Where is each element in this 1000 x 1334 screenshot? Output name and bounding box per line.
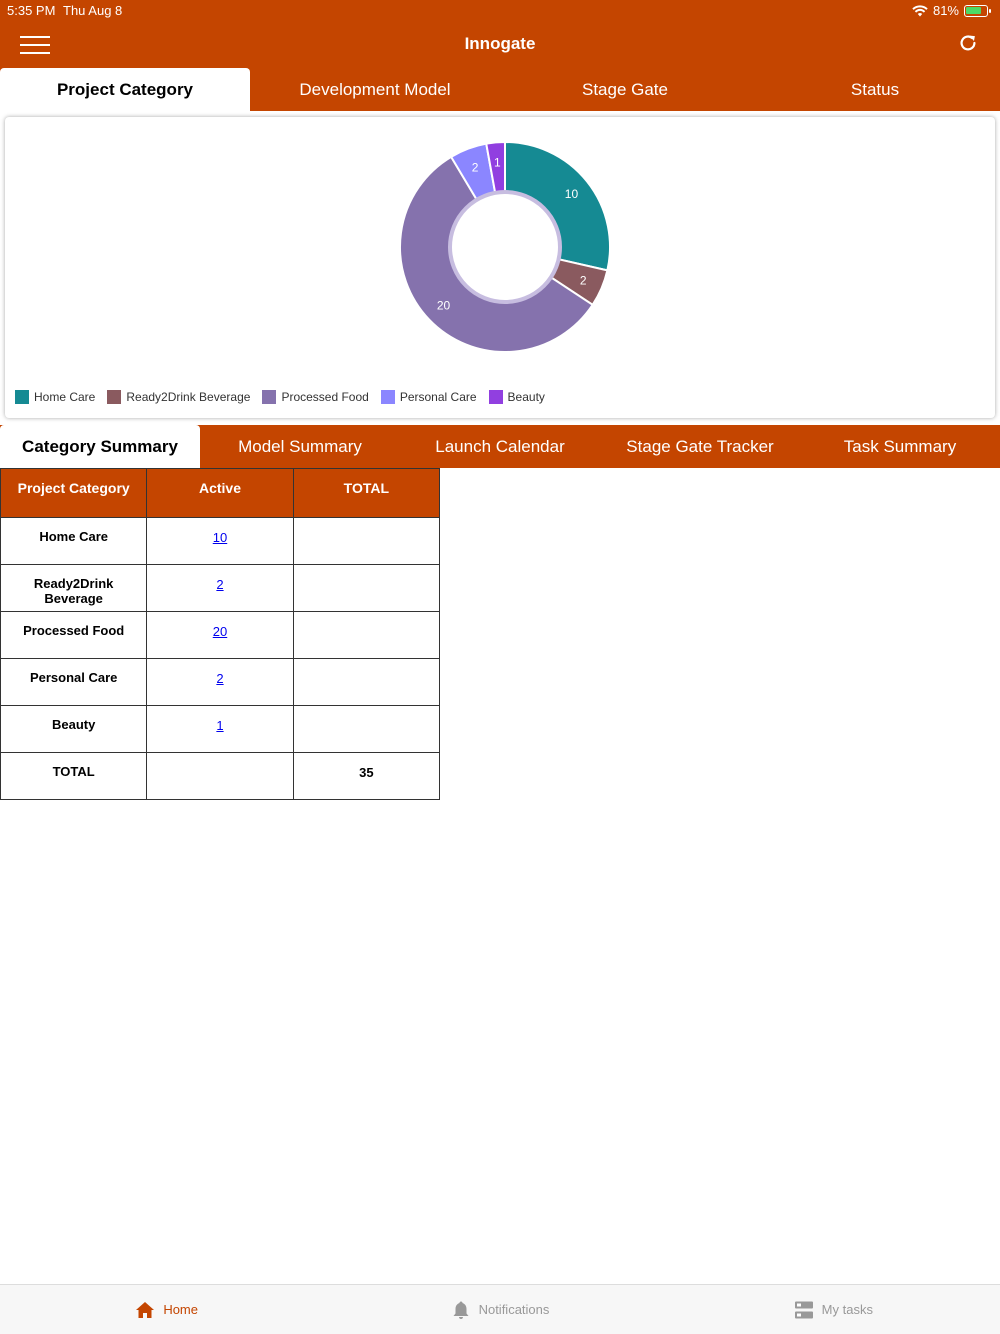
nav-my-tasks[interactable]: My tasks [667, 1285, 1000, 1334]
category-cell: Processed Food [0, 611, 148, 659]
total-label-cell: TOTAL [0, 752, 148, 800]
battery-fill [966, 6, 982, 14]
table-row: Beauty 1 [0, 705, 441, 753]
category-cell: Home Care [0, 517, 148, 565]
chart-legend: Home Care Ready2Drink Beverage Processed F… [15, 390, 545, 404]
legend-item[interactable]: Processed Food [262, 390, 369, 404]
donut-data-label: 10 [565, 187, 579, 201]
legend-item[interactable]: Home Care [15, 390, 95, 404]
donut-data-label: 2 [472, 160, 479, 174]
active-cell: 10 [146, 517, 294, 565]
active-count-link[interactable]: 2 [216, 671, 223, 686]
legend-label: Personal Care [399, 390, 477, 404]
active-cell: 2 [146, 564, 294, 612]
bell-icon [453, 1301, 469, 1319]
active-count-link[interactable]: 20 [213, 624, 227, 639]
active-cell [146, 752, 294, 800]
refresh-icon[interactable] [957, 32, 979, 54]
wifi-icon [912, 4, 928, 16]
app-header: 5:35 PM Thu Aug 8 81% Innogate Project C… [0, 0, 1000, 111]
tab-category-summary[interactable]: Category Summary [0, 425, 200, 468]
table-row: Home Care 10 [0, 517, 441, 565]
category-summary-table: Project Category Active TOTAL Home Care … [0, 468, 441, 800]
tab-status[interactable]: Status [750, 68, 1000, 111]
battery-percent: 81% [932, 3, 959, 18]
active-cell: 20 [146, 611, 294, 659]
status-right: 81% [912, 3, 991, 18]
status-bar: 5:35 PM Thu Aug 8 81% [0, 0, 1000, 22]
column-header: Active [146, 468, 294, 518]
table-total-row: TOTAL 35 [0, 752, 441, 800]
total-cell [292, 611, 441, 659]
tab-stage-gate[interactable]: Stage Gate [500, 68, 750, 111]
nav-my-tasks-label: My tasks [821, 1302, 873, 1317]
battery-icon [964, 4, 991, 17]
donut-chart: 10 2 20 2 1 [399, 140, 611, 353]
legend-item[interactable]: Personal Care [380, 390, 477, 404]
chart-card: 10 2 20 2 1 Home Care Ready2Drink Beverage Pro… [5, 117, 995, 418]
tasks-icon [794, 1301, 813, 1318]
donut-data-label: 20 [437, 299, 451, 313]
status-date: Thu Aug 8 [63, 3, 123, 18]
legend-swatch [262, 390, 277, 404]
active-count-link[interactable]: 2 [216, 577, 223, 592]
table-header-row: Project Category Active TOTAL [0, 468, 441, 518]
active-cell: 2 [146, 658, 294, 706]
legend-label: Processed Food [281, 390, 369, 404]
legend-swatch [380, 390, 395, 404]
legend-label: Beauty [507, 390, 545, 404]
active-count-link[interactable]: 1 [216, 718, 223, 733]
status-time: 5:35 PM [7, 3, 56, 18]
hamburger-icon[interactable] [20, 36, 50, 54]
column-header: Project Category [0, 468, 148, 518]
category-label: Ready2Drink Beverage [33, 576, 114, 606]
tab-model-summary[interactable]: Model Summary [200, 425, 400, 468]
nav-notifications[interactable]: Notifications [333, 1285, 666, 1334]
legend-label: Ready2Drink Beverage [126, 390, 251, 404]
category-cell: Personal Care [0, 658, 148, 706]
table-row: Processed Food 20 [0, 611, 441, 659]
column-header: TOTAL [292, 468, 441, 518]
donut-data-label: 1 [494, 155, 501, 169]
tab-stage-gate-tracker[interactable]: Stage Gate Tracker [600, 425, 800, 468]
bottom-nav: Home Notifications My tasks [0, 1284, 1000, 1334]
total-cell [292, 705, 441, 753]
legend-item[interactable]: Beauty [488, 390, 545, 404]
legend-swatch [107, 390, 122, 404]
active-cell: 1 [146, 705, 294, 753]
category-cell: Ready2Drink Beverage [0, 564, 148, 612]
table-row: Ready2Drink Beverage 2 [0, 564, 441, 612]
legend-label: Home Care [34, 390, 96, 404]
legend-swatch [488, 390, 503, 404]
legend-swatch [15, 390, 29, 404]
legend-item[interactable]: Ready2Drink Beverage [107, 390, 250, 404]
nav-notifications-label: Notifications [478, 1302, 550, 1317]
grand-total-cell: 35 [292, 752, 441, 800]
table-row: Personal Care 2 [0, 658, 441, 706]
top-tabs: Project Category Development Model Stage… [0, 68, 1000, 111]
total-cell [292, 517, 441, 565]
total-cell [292, 658, 441, 706]
donut-data-label: 2 [580, 273, 587, 287]
tab-development-model[interactable]: Development Model [250, 68, 500, 111]
tab-project-category[interactable]: Project Category [0, 68, 250, 111]
tab-launch-calendar[interactable]: Launch Calendar [400, 425, 600, 468]
donut-slice[interactable] [504, 140, 611, 272]
active-count-link[interactable]: 10 [213, 530, 227, 545]
app-title: Innogate [464, 34, 536, 53]
category-cell: Beauty [0, 705, 148, 753]
tab-task-summary[interactable]: Task Summary [800, 425, 1000, 468]
total-cell [292, 564, 441, 612]
summary-tabs: Category Summary Model Summary Launch Ca… [0, 425, 1000, 468]
nav-home[interactable]: Home [0, 1285, 333, 1334]
nav-home-label: Home [163, 1302, 198, 1317]
donut-inner-ring [448, 190, 562, 304]
home-icon [136, 1301, 155, 1318]
